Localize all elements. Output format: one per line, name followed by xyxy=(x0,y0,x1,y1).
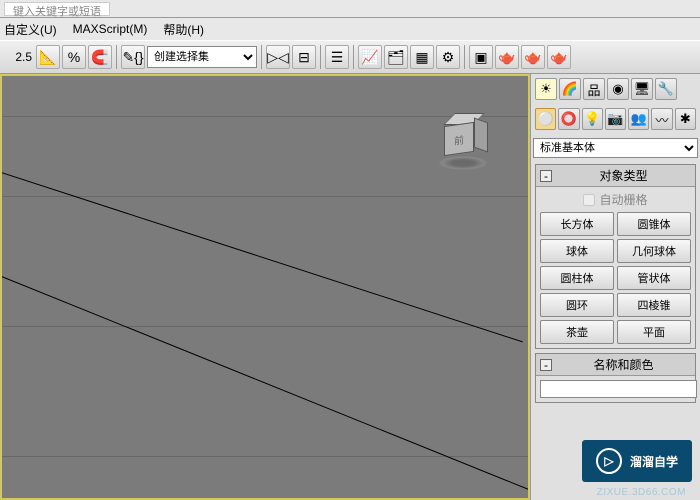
mirror-icon[interactable]: ▷◁ xyxy=(266,45,290,69)
play-icon: ▷ xyxy=(596,448,622,474)
autogrid-label: 自动栅格 xyxy=(599,191,647,208)
teapot-button[interactable]: 茶壶 xyxy=(540,320,614,344)
percent-snap-icon[interactable]: % xyxy=(62,45,86,69)
spinner-snap-icon[interactable]: 🧲 xyxy=(88,45,112,69)
object-type-header[interactable]: - 对象类型 xyxy=(536,165,695,187)
command-panel: ☀ 🌈 品 ◉ 🖥 🔧 ⚪ ⭕ 💡 📷 👥 〰 ✱ 标准基本体 - 对象类型 自… xyxy=(530,74,700,500)
cameras-icon[interactable]: 📷 xyxy=(605,108,626,130)
render-setup-icon[interactable]: ⚙ xyxy=(436,45,460,69)
grid-line xyxy=(2,326,528,327)
curve-editor-icon[interactable]: 📈 xyxy=(358,45,382,69)
cylinder-button[interactable]: 圆柱体 xyxy=(540,266,614,290)
edit-named-sets-icon[interactable]: ✎{} xyxy=(121,45,145,69)
tab-hierarchy-icon[interactable]: 品 xyxy=(583,78,605,100)
align-icon[interactable]: ⊟ xyxy=(292,45,316,69)
render-frame-icon[interactable]: ▣ xyxy=(469,45,493,69)
menu-bar: 自定义(U) MAXScript(M) 帮助(H) xyxy=(0,18,700,40)
watermark-logo: ▷ 溜溜自学 xyxy=(582,440,692,482)
name-color-rollout: - 名称和颜色 xyxy=(535,353,696,403)
spacewarp-icon[interactable]: 〰 xyxy=(651,108,672,130)
pyramid-button[interactable]: 四棱锥 xyxy=(617,293,691,317)
menu-help[interactable]: 帮助(H) xyxy=(163,21,204,38)
viewcube-front-face[interactable]: 前 xyxy=(444,122,474,156)
tab-create-icon[interactable]: ☀ xyxy=(535,78,557,100)
lights-icon[interactable]: 💡 xyxy=(582,108,603,130)
viewport[interactable]: 前 xyxy=(0,74,530,500)
render-production-icon[interactable]: 🫖 xyxy=(495,45,519,69)
command-panel-tabs: ☀ 🌈 品 ◉ 🖥 🔧 xyxy=(533,76,698,102)
viewcube-right-face[interactable] xyxy=(474,117,488,152)
geosphere-button[interactable]: 几何球体 xyxy=(617,239,691,263)
tab-display-icon[interactable]: 🖥 xyxy=(631,78,653,100)
object-type-rollout: - 对象类型 自动栅格 长方体 圆锥体 球体 几何球体 圆柱体 管状体 圆环 四… xyxy=(535,164,696,349)
main-toolbar: 2.5 📐 % 🧲 ✎{} 创建选择集 ▷◁ ⊟ ☰ 📈 🗂 ▦ ⚙ ▣ 🫖 🫖… xyxy=(0,40,700,74)
cone-button[interactable]: 圆锥体 xyxy=(617,212,691,236)
tab-utilities-icon[interactable]: 🔧 xyxy=(655,78,677,100)
menu-maxscript[interactable]: MAXScript(M) xyxy=(73,22,148,36)
angle-snap-icon[interactable]: 📐 xyxy=(36,45,60,69)
tab-motion-icon[interactable]: ◉ xyxy=(607,78,629,100)
object-name-input[interactable] xyxy=(540,380,697,398)
primitive-buttons-grid: 长方体 圆锥体 球体 几何球体 圆柱体 管状体 圆环 四棱锥 茶壶 平面 xyxy=(540,212,691,344)
search-hint: 键入关键字或短语 xyxy=(4,2,110,16)
render-last-icon[interactable]: 🫖 xyxy=(547,45,571,69)
tube-button[interactable]: 管状体 xyxy=(617,266,691,290)
collapse-icon[interactable]: - xyxy=(540,170,552,182)
spinner-value[interactable]: 2.5 xyxy=(4,50,34,64)
collapse-icon[interactable]: - xyxy=(540,359,552,371)
named-selection-dropdown[interactable]: 创建选择集 xyxy=(147,46,257,68)
create-category-row: ⚪ ⭕ 💡 📷 👥 〰 ✱ xyxy=(533,106,698,132)
grid-horizon xyxy=(0,156,523,342)
autogrid-checkbox xyxy=(583,194,595,206)
torus-button[interactable]: 圆环 xyxy=(540,293,614,317)
autogrid-row: 自动栅格 xyxy=(540,191,691,208)
watermark-brand: 溜溜自学 xyxy=(630,453,678,470)
render-iterative-icon[interactable]: 🫖 xyxy=(521,45,545,69)
grid-line xyxy=(0,256,530,500)
grid-line xyxy=(2,196,528,197)
sphere-button[interactable]: 球体 xyxy=(540,239,614,263)
geometry-icon[interactable]: ⚪ xyxy=(535,108,556,130)
watermark-url: ZIXUE.3D66.COM xyxy=(597,487,686,498)
material-editor-icon[interactable]: ▦ xyxy=(410,45,434,69)
helpers-icon[interactable]: 👥 xyxy=(628,108,649,130)
name-color-header[interactable]: - 名称和颜色 xyxy=(536,354,695,376)
schematic-view-icon[interactable]: 🗂 xyxy=(384,45,408,69)
box-button[interactable]: 长方体 xyxy=(540,212,614,236)
plane-button[interactable]: 平面 xyxy=(617,320,691,344)
title-bar: 键入关键字或短语 xyxy=(0,0,700,18)
tab-modify-icon[interactable]: 🌈 xyxy=(559,78,581,100)
primitive-category-dropdown[interactable]: 标准基本体 xyxy=(533,138,698,158)
layers-icon[interactable]: ☰ xyxy=(325,45,349,69)
viewcube[interactable]: 前 xyxy=(428,106,498,176)
menu-custom[interactable]: 自定义(U) xyxy=(4,21,57,38)
shapes-icon[interactable]: ⭕ xyxy=(558,108,579,130)
grid-line xyxy=(2,456,528,457)
viewcube-compass[interactable] xyxy=(438,156,488,170)
systems-icon[interactable]: ✱ xyxy=(675,108,696,130)
